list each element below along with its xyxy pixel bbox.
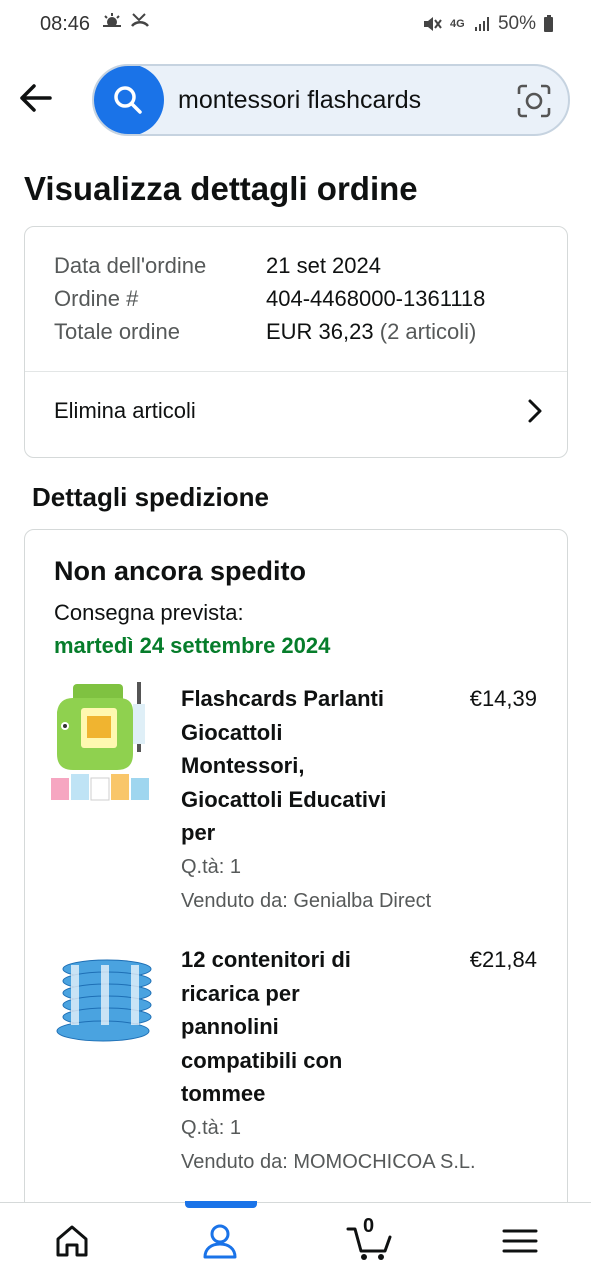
order-number-value: 404-4468000-1361118	[266, 286, 486, 311]
camera-search-button[interactable]	[516, 83, 552, 119]
cart-count: 0	[363, 1215, 375, 1237]
notification-icons	[102, 12, 149, 33]
diaper-refill-image[interactable]	[51, 953, 157, 1083]
item-quantity: Q.tà: 1	[181, 1117, 242, 1139]
item-title-line: Flashcards Parlanti	[181, 686, 384, 711]
signal-icon	[474, 17, 489, 31]
order-date-value: 21 set 2024	[266, 253, 381, 278]
home-icon	[56, 1225, 88, 1257]
chevron-right-icon	[528, 399, 542, 423]
item-title-line: tommee	[181, 1081, 266, 1106]
status-time: 08:46	[40, 13, 91, 35]
order-total-amount: EUR 36,23	[266, 319, 374, 344]
active-tab-indicator	[185, 1201, 257, 1208]
bottom-navigation: 0	[0, 1201, 591, 1280]
status-right: 4G 50%	[422, 13, 553, 35]
order-date-label: Data dell'ordine	[54, 253, 207, 278]
item-seller: Venduto da: Genialba Direct	[181, 890, 432, 912]
item-title-line: compatibili con	[181, 1047, 343, 1073]
item-title-line: per	[181, 820, 216, 845]
order-item-count: (2 articoli)	[379, 319, 477, 344]
item-title-line: Giocattoli Educativi	[181, 786, 387, 812]
item-title-line: pannolini	[181, 1014, 279, 1039]
nav-account[interactable]	[200, 1221, 240, 1261]
remove-items-label: Elimina articoli	[54, 398, 196, 423]
item-title[interactable]: Flashcards Parlanti Giocattoli Montessor…	[181, 682, 421, 850]
mute-icon	[423, 17, 442, 31]
missed-call-icon	[130, 13, 149, 27]
item-title-line: Giocattoli	[181, 719, 283, 745]
nav-menu[interactable]	[500, 1221, 540, 1261]
remove-items-link[interactable]: Elimina articoli	[25, 372, 567, 457]
battery-icon	[544, 14, 553, 32]
weather-icon	[103, 13, 121, 27]
order-number-label: Ordine #	[54, 286, 139, 311]
order-summary-card: Data dell'ordine 21 set 2024 Ordine # 40…	[24, 226, 568, 458]
item-title-line: ricarica per	[181, 980, 300, 1006]
battery-level: 50%	[497, 13, 536, 34]
item-price: €21,84	[469, 947, 537, 972]
search-button[interactable]	[94, 66, 164, 134]
search-bar[interactable]: montessori flashcards	[92, 64, 570, 136]
back-arrow-icon	[20, 84, 52, 112]
flashcard-toy-image[interactable]	[51, 682, 157, 812]
delivery-label: Consegna prevista:	[54, 600, 244, 625]
camera-scan-icon	[517, 84, 551, 118]
item-price: €14,39	[469, 686, 537, 711]
item-title-line: 12 contenitori di	[181, 947, 351, 972]
search-icon	[114, 86, 142, 114]
item-seller: Venduto da: MOMOCHICOA S.L.	[181, 1151, 476, 1173]
shipment-section-title: Dettagli spedizione	[32, 482, 269, 512]
search-input[interactable]: montessori flashcards	[178, 86, 421, 115]
item-title-line: Montessori,	[181, 753, 305, 778]
delivery-date: martedì 24 settembre 2024	[54, 633, 331, 658]
item-quantity: Q.tà: 1	[181, 856, 242, 878]
page-title: Visualizza dettagli ordine	[24, 170, 418, 207]
order-total-label: Totale ordine	[54, 319, 180, 344]
status-bar: 08:46 4G 50%	[0, 0, 591, 50]
account-icon	[203, 1224, 237, 1259]
shipment-status: Non ancora spedito	[54, 556, 307, 586]
order-total-value: EUR 36,23 (2 articoli)	[266, 319, 476, 345]
item-title[interactable]: 12 contenitori di ricarica per pannolini…	[181, 943, 421, 1111]
network-type: 4G	[449, 18, 465, 30]
menu-icon	[502, 1229, 538, 1253]
search-header: montessori flashcards	[0, 56, 591, 146]
shipment-card: Non ancora spedito Consegna prevista: ma…	[24, 529, 568, 1229]
nav-cart[interactable]: 0	[346, 1215, 394, 1261]
back-button[interactable]	[16, 78, 56, 118]
nav-home[interactable]	[52, 1221, 92, 1261]
